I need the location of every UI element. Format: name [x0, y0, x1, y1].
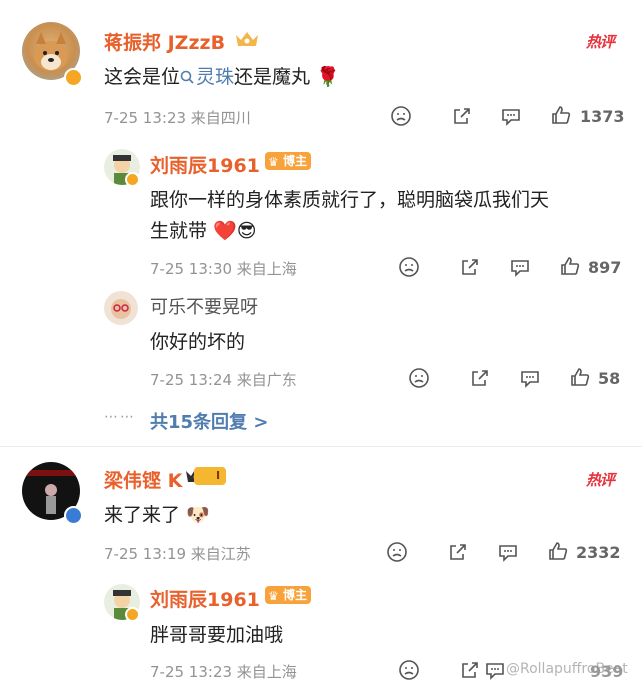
reply-username[interactable]: 可乐不要晃呀 [150, 293, 258, 319]
doge-emoji: 🐶 [186, 504, 210, 526]
verified-badge-icon [64, 68, 83, 87]
share-icon[interactable] [459, 256, 481, 278]
crown-icon: ♛ [268, 155, 279, 169]
comment-text: 来了来了 🐶 [104, 500, 210, 527]
like-count: 897 [588, 258, 622, 277]
like-count: 939 [590, 662, 624, 681]
like-count: 2332 [576, 543, 621, 562]
dislike-face-icon[interactable] [386, 541, 408, 563]
reply-username[interactable]: 刘雨辰1961 [150, 151, 260, 178]
reply-text-line2-text: 生就带 [150, 220, 208, 242]
thumb-up-icon[interactable] [559, 255, 581, 277]
comment-text: 这会是位 灵珠还是魔丸 🌹 [104, 62, 340, 89]
verified-badge-icon [125, 607, 140, 622]
comment-text-before: 这会是位 [104, 66, 181, 88]
comment-meta: 7-25 13:23 来自四川 [104, 109, 251, 127]
author-badge: ♛ 博主 [265, 152, 312, 170]
comment-bubble-icon[interactable] [519, 367, 541, 389]
like-count: 1373 [580, 107, 625, 126]
thumb-up-icon[interactable] [569, 366, 591, 388]
share-icon[interactable] [469, 367, 491, 389]
share-icon[interactable] [451, 105, 473, 127]
reply-username[interactable]: 刘雨辰1961 [150, 585, 260, 612]
view-all-replies-link[interactable]: 共15条回复 > [150, 408, 268, 434]
author-badge: ♛ 博主 [265, 586, 312, 604]
cat-avatar-image [111, 299, 131, 319]
reply-text: 胖哥哥要加油哦 [150, 624, 284, 646]
reply-text-line2: 生就带 ❤️😎 [150, 216, 257, 243]
member-level-label: I [216, 469, 221, 482]
comment-text-body: 来了来了 [104, 504, 181, 526]
reply-meta: 7-25 13:30 来自上海 [150, 260, 297, 278]
rose-emoji: 🌹 [316, 66, 340, 88]
comment-bubble-icon[interactable] [497, 541, 519, 563]
comment-username[interactable]: 蒋振邦 JZzzB [104, 28, 225, 55]
comment-meta: 7-25 13:19 来自江苏 [104, 545, 251, 563]
hot-comment-badge: 热评 [586, 471, 615, 489]
heart-sunglasses-emoji: ❤️😎 [213, 220, 257, 242]
search-icon [180, 66, 196, 88]
topic-link[interactable]: 灵珠 [180, 66, 234, 88]
comment-divider [0, 446, 642, 447]
comment-bubble-icon[interactable] [509, 256, 531, 278]
replies-ellipsis: ⋯⋯ [104, 409, 136, 425]
reply-text: 你好的坏的 [150, 331, 246, 353]
thumb-up-icon[interactable] [550, 104, 572, 126]
avatar[interactable] [104, 291, 138, 325]
dislike-face-icon[interactable] [408, 367, 430, 389]
reply-meta: 7-25 13:23 来自上海 [150, 663, 297, 681]
share-icon[interactable] [459, 659, 481, 681]
hot-comment-badge: 热评 [586, 33, 615, 51]
member-level-badge: I [194, 467, 227, 485]
like-count: 58 [598, 369, 621, 388]
comment-bubble-icon[interactable] [500, 105, 522, 127]
crown-badge-icon [234, 29, 260, 49]
verified-badge-icon [64, 506, 83, 525]
comment-bubble-icon[interactable] [484, 659, 506, 681]
crown-icon: ♛ [268, 589, 279, 603]
comment-text-after: 还是魔丸 [234, 66, 311, 88]
share-icon[interactable] [447, 541, 469, 563]
dislike-face-icon[interactable] [398, 659, 420, 681]
dislike-face-icon[interactable] [398, 256, 420, 278]
dislike-face-icon[interactable] [390, 105, 412, 127]
reply-meta: 7-25 13:24 来自广东 [150, 371, 297, 389]
author-badge-label: 博主 [283, 154, 308, 168]
verified-badge-icon [125, 172, 140, 187]
topic-link-label: 灵珠 [196, 66, 235, 88]
thumb-up-icon[interactable] [547, 540, 569, 562]
author-badge-label: 博主 [283, 588, 308, 602]
reply-text-line1: 跟你一样的身体素质就行了，聪明脑袋瓜我们天 [150, 189, 550, 211]
comment-username[interactable]: 梁伟铿 K [104, 466, 182, 493]
